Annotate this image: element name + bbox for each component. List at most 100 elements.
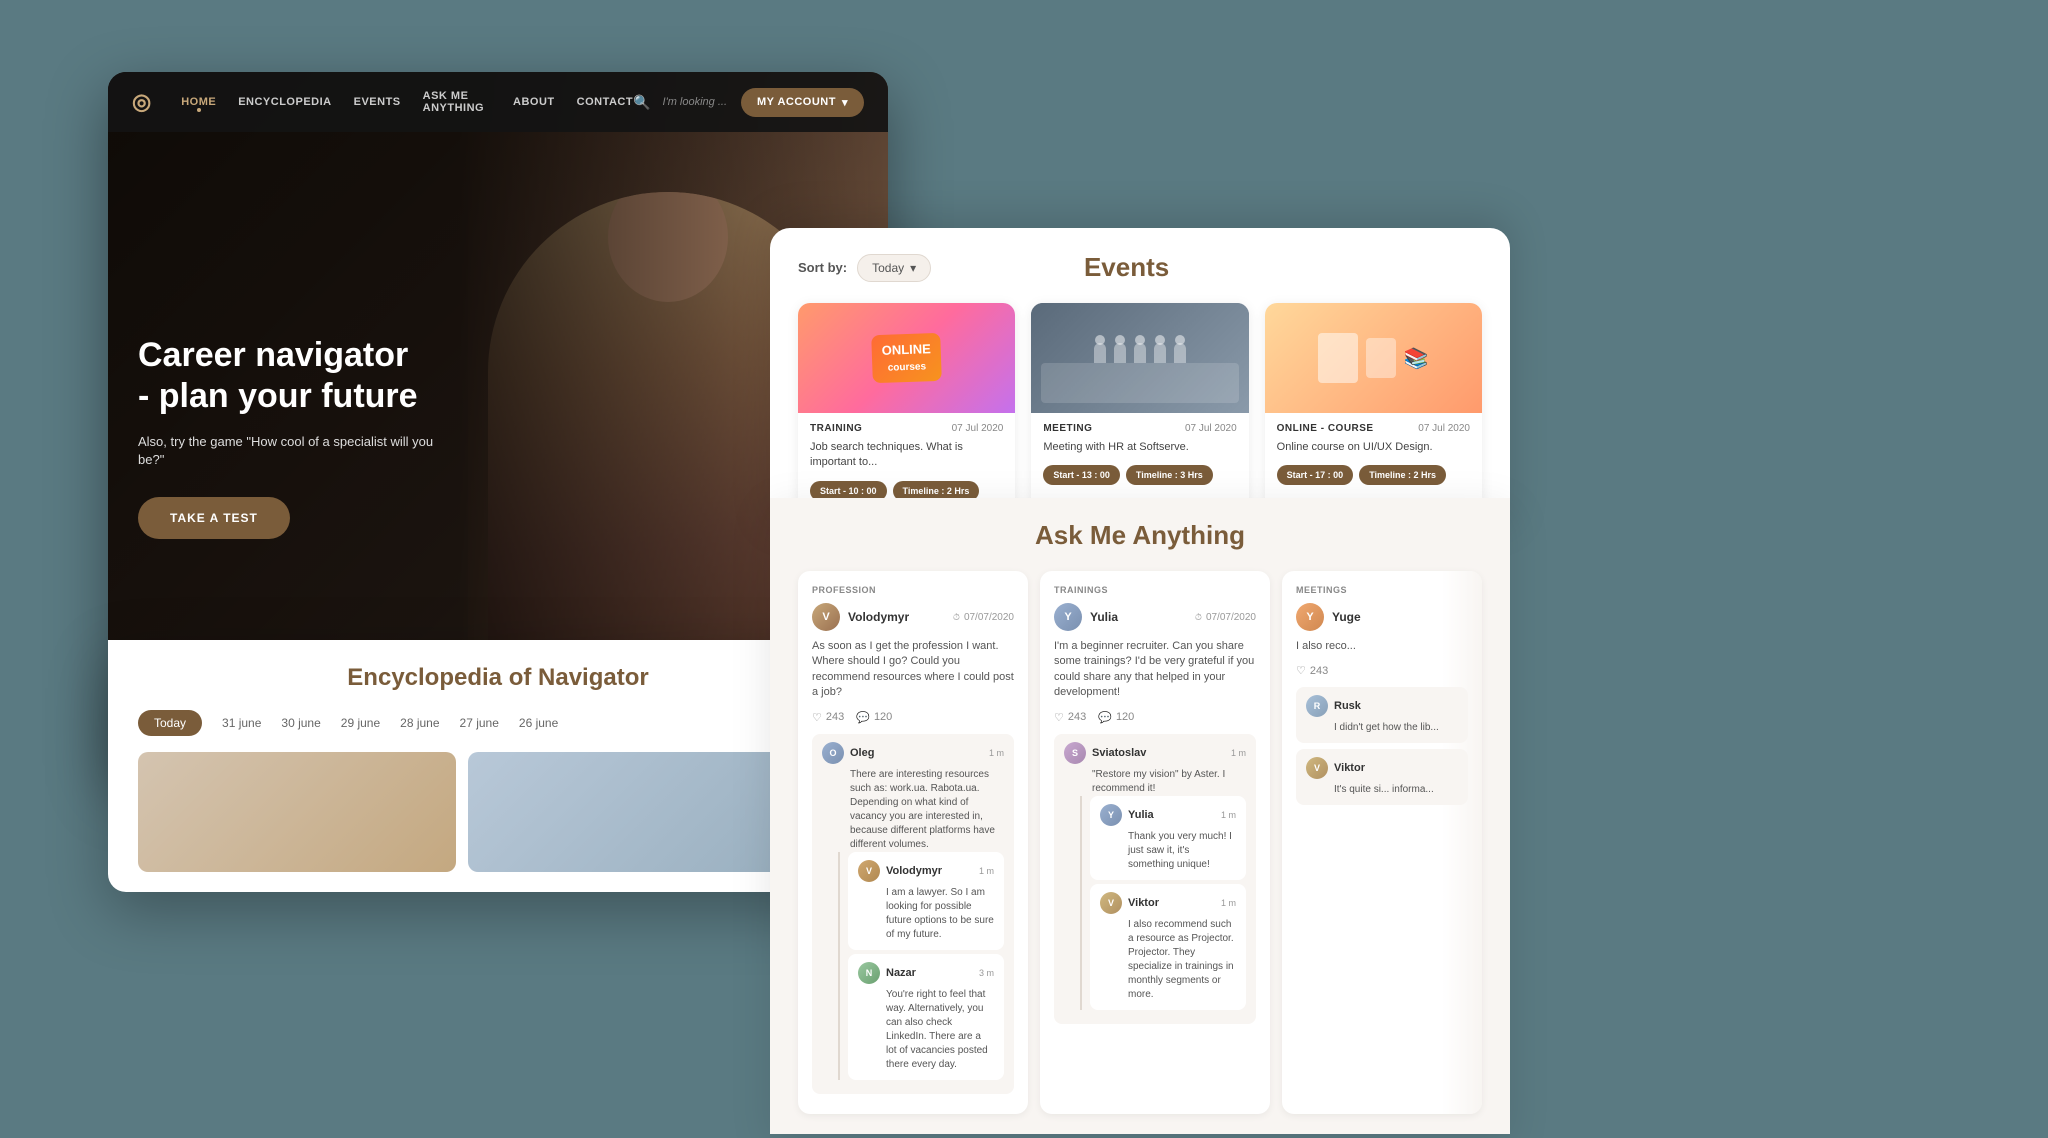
enc-tab-today[interactable]: Today: [138, 710, 202, 736]
ask-card-trainings: TRAININGS Y Yulia ⏱ 07/07/2020 I'm a beg…: [1040, 571, 1270, 1114]
comment-count-1: 120: [874, 711, 892, 723]
encyclopedia-title: Encyclopedia of Navigator: [138, 664, 858, 692]
reply-sviatoslav: S Sviatoslav 1 m "Restore my vision" by …: [1054, 734, 1256, 1024]
ask-card-header-2: TRAININGS: [1054, 585, 1256, 595]
logo[interactable]: ◎: [132, 89, 151, 115]
nested-replies-1: V Volodymyr 1 m I am a lawyer. So I am l…: [838, 852, 1004, 1080]
take-test-button[interactable]: TAKE A TEST: [138, 497, 290, 539]
event-description-3: Online course on UI/UX Design.: [1277, 440, 1470, 455]
nav-ask-me[interactable]: ASK ME ANYTHING: [423, 90, 491, 114]
like-count-3: 243: [1310, 665, 1328, 677]
avatar-oleg: O: [822, 742, 844, 764]
enc-tab-31[interactable]: 31 june: [222, 712, 261, 734]
event-card-training[interactable]: ONLINEcourses TRAINING 07 Jul 2020 Job s…: [798, 303, 1015, 513]
ask-time-1: ⏱ 07/07/2020: [953, 612, 1014, 623]
ask-actions-3: ♡ 243: [1296, 664, 1468, 677]
reply-rusk: R Rusk I didn't get how the lib...: [1296, 687, 1468, 743]
event-card-course[interactable]: 📚 ONLINE - COURSE 07 Jul 2020 Online cou…: [1265, 303, 1482, 513]
event-description: Job search techniques. What is important…: [810, 440, 1003, 471]
nav-home[interactable]: HOME: [181, 96, 216, 108]
reply-user-row-sviatoslav: S Sviatoslav 1 m: [1064, 742, 1246, 764]
encyclopedia-tabs: Today 31 june 30 june 29 june 28 june 27…: [138, 710, 858, 736]
sort-dropdown[interactable]: Today ▾: [857, 254, 931, 282]
account-button[interactable]: MY ACCOUNT ▾: [741, 88, 864, 117]
comment-action-1[interactable]: 💬 120: [856, 711, 892, 724]
nested-text-viktor: I also recommend such a resource as Proj…: [1128, 918, 1236, 1002]
enc-card-1[interactable]: [138, 752, 456, 872]
illus-table: [1041, 363, 1238, 403]
event-img-course: 📚: [1265, 303, 1482, 413]
events-panel: Sort by: Today ▾ Events ONLINEcourses TR…: [770, 228, 1510, 533]
nav-links: HOME ENCYCLOPEDIA EVENTS ASK ME ANYTHING…: [181, 90, 633, 114]
ask-category-1: PROFESSION: [812, 585, 876, 595]
event-buttons-2: Start - 13 : 00 Timeline : 3 Hrs: [1043, 465, 1236, 485]
event-type-label-2: MEETING: [1043, 423, 1092, 434]
nav-about[interactable]: ABOUT: [513, 96, 555, 108]
nested-replies-2: Y Yulia 1 m Thank you very much! I just …: [1080, 796, 1246, 1010]
enc-tab-27[interactable]: 27 june: [460, 712, 499, 734]
chevron-down-icon: ▾: [842, 96, 848, 109]
like-action-3[interactable]: ♡ 243: [1296, 664, 1328, 677]
reply-text-rusk: I didn't get how the lib...: [1334, 721, 1458, 735]
enc-card-2[interactable]: [468, 752, 786, 872]
ask-card-profession: PROFESSION V Volodymyr ⏱ 07/07/2020 As s…: [798, 571, 1028, 1114]
like-action-2[interactable]: ♡ 243: [1054, 711, 1086, 724]
search-placeholder[interactable]: I'm looking ...: [663, 96, 727, 108]
reply-user-row-oleg: O Oleg 1 m: [822, 742, 1004, 764]
nested-reply-nazar-row: N Nazar 3 m: [858, 962, 994, 984]
ask-time-2: ⏱ 07/07/2020: [1195, 612, 1256, 623]
events-cards: ONLINEcourses TRAINING 07 Jul 2020 Job s…: [798, 303, 1482, 513]
event-type-row-3: ONLINE - COURSE 07 Jul 2020: [1277, 423, 1470, 434]
event-type-row: TRAINING 07 Jul 2020: [810, 423, 1003, 434]
nav-events[interactable]: EVENTS: [354, 96, 401, 108]
event-img-training: ONLINEcourses: [798, 303, 1015, 413]
event-card-meeting[interactable]: MEETING 07 Jul 2020 Meeting with HR at S…: [1031, 303, 1248, 513]
nested-username-yulia: Yulia: [1128, 809, 1215, 821]
comment-action-2[interactable]: 💬 120: [1098, 711, 1134, 724]
event-buttons-3: Start - 17 : 00 Timeline : 2 Hrs: [1277, 465, 1470, 485]
ask-user-row-1: V Volodymyr ⏱ 07/07/2020: [812, 603, 1014, 631]
events-title: Events: [1084, 252, 1169, 283]
ask-me-title: Ask Me Anything: [798, 520, 1482, 551]
hero-title: Career navigator- plan your future: [138, 335, 458, 417]
start-button-3[interactable]: Start - 17 : 00: [1277, 465, 1354, 485]
enc-tab-28[interactable]: 28 june: [400, 712, 439, 734]
nested-reply-volodymyr: V Volodymyr 1 m I am a lawyer. So I am l…: [848, 852, 1004, 950]
sort-label: Sort by:: [798, 260, 847, 275]
nested-text-volodymyr: I am a lawyer. So I am looking for possi…: [886, 886, 994, 942]
nested-yulia-row: Y Yulia 1 m: [1100, 804, 1236, 826]
enc-tab-26[interactable]: 26 june: [519, 712, 558, 734]
reply-text-sviatoslav: "Restore my vision" by Aster. I recommen…: [1092, 768, 1246, 796]
ask-me-cards: PROFESSION V Volodymyr ⏱ 07/07/2020 As s…: [798, 571, 1482, 1114]
ask-card-header-1: PROFESSION: [812, 585, 1014, 595]
enc-tab-29[interactable]: 29 june: [341, 712, 380, 734]
timeline-button-3[interactable]: Timeline : 2 Hrs: [1359, 465, 1446, 485]
timeline-button-2[interactable]: Timeline : 3 Hrs: [1126, 465, 1213, 485]
nav-contact[interactable]: CONTACT: [577, 96, 633, 108]
reply-viktor-2-row: V Viktor: [1306, 757, 1458, 779]
nav-encyclopedia[interactable]: ENCYCLOPEDIA: [238, 96, 331, 108]
events-header: Sort by: Today ▾ Events: [798, 252, 1482, 283]
meeting-illustration: [1031, 303, 1248, 413]
nested-username-volodymyr: Volodymyr: [886, 865, 973, 877]
navbar: ◎ HOME ENCYCLOPEDIA EVENTS ASK ME ANYTHI…: [108, 72, 888, 132]
ask-actions-1: ♡ 243 💬 120: [812, 711, 1014, 724]
encyclopedia-cards: [138, 752, 858, 872]
ask-category-2: TRAININGS: [1054, 585, 1108, 595]
avatar-nazar: N: [858, 962, 880, 984]
avatar-viktor-2: V: [1306, 757, 1328, 779]
avatar-sviatoslav: S: [1064, 742, 1086, 764]
like-count-1: 243: [826, 711, 844, 723]
reply-viktor-2: V Viktor It's quite si... informa...: [1296, 749, 1468, 805]
like-action-1[interactable]: ♡ 243: [812, 711, 844, 724]
avatar-volodymyr: V: [812, 603, 840, 631]
ask-username-3: Yuge: [1332, 610, 1361, 624]
search-icon[interactable]: 🔍: [633, 94, 650, 111]
like-count-2: 243: [1068, 711, 1086, 723]
ask-question-3: I also reco...: [1296, 639, 1468, 654]
ask-question-2: I'm a beginner recruiter. Can you share …: [1054, 639, 1256, 701]
person-3: [1134, 343, 1146, 363]
start-button-2[interactable]: Start - 13 : 00: [1043, 465, 1120, 485]
avatar-rusk: R: [1306, 695, 1328, 717]
enc-tab-30[interactable]: 30 june: [281, 712, 320, 734]
